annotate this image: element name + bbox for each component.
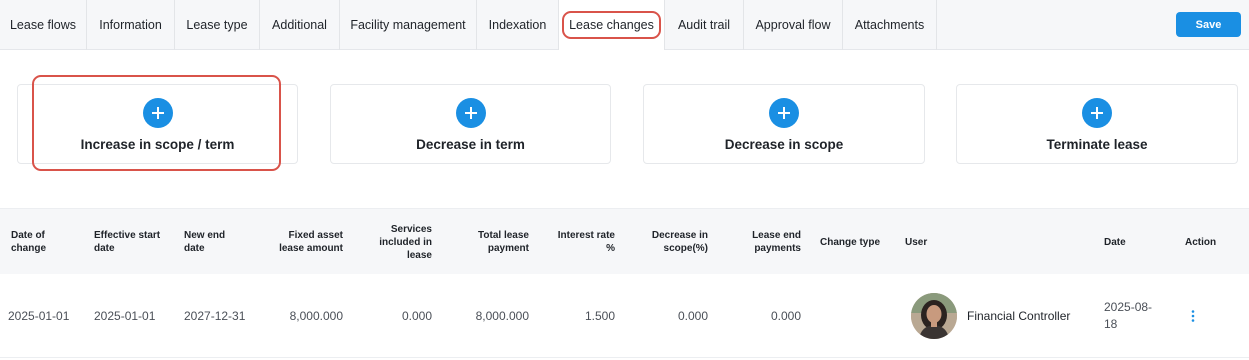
tab-label: Information: [99, 18, 162, 32]
header-fixed-asset-lease-amount: Fixed asset lease amount: [279, 230, 343, 254]
tab-label: Lease changes: [562, 11, 661, 39]
tab-label: Additional: [272, 18, 327, 32]
kebab-menu-icon: [1191, 310, 1195, 322]
cell-date: 2025-08- 18: [1104, 274, 1174, 358]
tab-label: Audit trail: [677, 18, 731, 32]
cell-user: Financial Controller: [967, 309, 1071, 323]
header-effective-start-date: Effective start date: [94, 230, 161, 254]
tab-lease-flows[interactable]: Lease flows: [0, 0, 87, 50]
tab-lease-changes[interactable]: Lease changes: [559, 0, 665, 50]
table-header: Date of change Effective start date New …: [0, 208, 1249, 274]
cell-decrease-in-scope: 0.000: [677, 309, 708, 323]
avatar-image: [911, 293, 957, 339]
tab-information[interactable]: Information: [87, 0, 175, 50]
terminate-lease-card[interactable]: Terminate lease: [956, 84, 1238, 164]
plus-circle-icon: [1082, 98, 1112, 128]
header-lease-end-payments: Lease end payments: [752, 230, 801, 254]
tab-label: Lease flows: [9, 18, 76, 32]
header-date: Date: [1104, 236, 1126, 248]
header-total-lease-payment: Total lease payment: [478, 230, 529, 254]
cell-lease-end-payments: 0.000: [770, 309, 801, 323]
avatar: [911, 293, 957, 339]
row-actions-button[interactable]: [1190, 274, 1196, 358]
tab-facility-management[interactable]: Facility management: [340, 0, 477, 50]
card-label: Increase in scope / term: [80, 137, 235, 152]
tab-label: Attachments: [854, 18, 925, 32]
tab-label: Facility management: [350, 18, 466, 32]
header-user: User: [905, 236, 928, 248]
cell-fixed-asset-lease-amount: 8,000.000: [289, 309, 343, 323]
cell-services-included: 0.000: [401, 309, 432, 323]
header-new-end-date: New end date: [184, 230, 226, 254]
header-services-included: Services included in lease: [379, 223, 432, 261]
decrease-scope-card[interactable]: Decrease in scope: [643, 84, 925, 164]
tab-bar: Lease flows Information Lease type Addit…: [0, 0, 1249, 50]
tab-additional[interactable]: Additional: [260, 0, 340, 50]
header-decrease-in-scope: Decrease in scope(%): [651, 230, 708, 254]
header-action: Action: [1185, 236, 1217, 248]
tab-indexation[interactable]: Indexation: [477, 0, 559, 50]
tab-approval-flow[interactable]: Approval flow: [744, 0, 843, 50]
header-date-of-change: Date of change: [11, 230, 47, 254]
cell-date-of-change: 2025-01-01: [8, 309, 70, 323]
tab-audit-trail[interactable]: Audit trail: [665, 0, 744, 50]
card-label: Terminate lease: [1046, 137, 1148, 152]
table-row: 2025-01-01 2025-01-01 2027-12-31 8,000.0…: [0, 274, 1249, 358]
header-interest-rate: Interest rate %: [557, 230, 615, 254]
card-label: Decrease in scope: [724, 137, 844, 152]
plus-circle-icon: [769, 98, 799, 128]
date-line: 2025-08-: [1104, 300, 1153, 314]
save-button[interactable]: Save: [1176, 12, 1241, 37]
cell-total-lease-payment: 8,000.000: [475, 309, 529, 323]
cell-interest-rate: 1.500: [584, 309, 615, 323]
date-line: 18: [1104, 317, 1118, 331]
tab-lease-type[interactable]: Lease type: [175, 0, 260, 50]
tab-label: Indexation: [488, 18, 547, 32]
tab-label: Lease type: [186, 18, 248, 32]
tab-attachments[interactable]: Attachments: [843, 0, 937, 50]
plus-circle-icon: [142, 98, 173, 128]
increase-scope-term-card[interactable]: Increase in scope / term: [17, 84, 298, 164]
decrease-term-card[interactable]: Decrease in term: [330, 84, 611, 164]
plus-circle-icon: [455, 98, 486, 128]
cell-effective-start-date: 2025-01-01: [94, 309, 156, 323]
tab-label: Approval flow: [755, 18, 831, 32]
cell-change-type: [820, 274, 895, 358]
card-label: Decrease in term: [416, 137, 525, 152]
header-change-type: Change type: [820, 236, 881, 248]
cell-new-end-date: 2027-12-31: [184, 309, 246, 323]
